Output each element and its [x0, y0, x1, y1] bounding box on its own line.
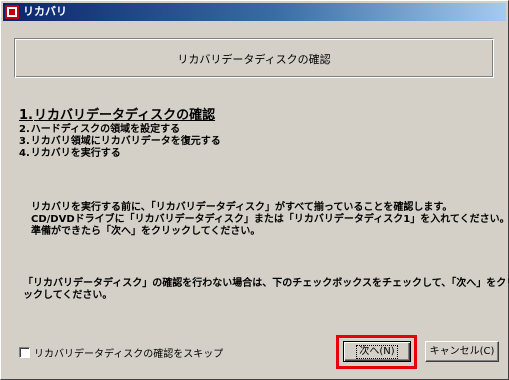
header-title: リカバリデータディスクの確認 — [177, 53, 331, 66]
step-label: リカバリ領域にリカバリデータを復元する — [30, 136, 221, 147]
skip-check-label[interactable]: リカバリデータディスクの確認をスキップ — [34, 345, 223, 360]
window-title: リカバリ — [23, 5, 67, 18]
skip-note-line: 「リカバリデータディスク」の確認を行わない場合は、下のチェックボックスをチェック… — [23, 278, 509, 289]
step-item: 4.リカバリを実行する — [19, 148, 221, 160]
cancel-button[interactable]: キャンセル(C) — [425, 341, 499, 362]
skip-note-line: ックしてください。 — [23, 290, 113, 301]
skip-check-checkbox-row[interactable]: リカバリデータディスクの確認をスキップ — [19, 345, 223, 360]
step-list: 1.リカバリデータディスクの確認 2.ハードディスクの領域を設定する 3.リカバ… — [19, 107, 221, 160]
instruction-line: CD/DVDドライブに「リカバリデータディスク」または「リカバリデータディスク1… — [31, 214, 509, 225]
step-number: 3. — [19, 136, 30, 147]
step-number: 1. — [19, 108, 33, 123]
step-number: 4. — [19, 148, 30, 159]
step-item: 3.リカバリ領域にリカバリデータを復元する — [19, 136, 221, 148]
step-label: リカバリデータディスクの確認 — [33, 108, 216, 123]
instruction-line: リカバリを実行する前に、「リカバリデータディスク」がすべて揃っていることを確認し… — [31, 202, 453, 213]
skip-note-text: 「リカバリデータディスク」の確認を行わない場合は、下のチェックボックスをチェック… — [23, 278, 509, 302]
recovery-app-icon — [5, 5, 19, 19]
step-label: リカバリを実行する — [30, 148, 121, 159]
step-label: ハードディスクの領域を設定する — [30, 124, 181, 135]
instructions-text: リカバリを実行する前に、「リカバリデータディスク」がすべて揃っていることを確認し… — [31, 202, 509, 238]
step-number: 2. — [19, 124, 30, 135]
next-button[interactable]: 次へ(N) — [343, 341, 411, 362]
next-button-label: 次へ(N) — [356, 344, 398, 359]
instruction-line: 準備ができたら「次へ」をクリックしてください。 — [31, 226, 261, 237]
step-item-current: 1.リカバリデータディスクの確認 — [19, 107, 221, 124]
step-item: 2.ハードディスクの領域を設定する — [19, 124, 221, 136]
recovery-window: リカバリ リカバリデータディスクの確認 1.リカバリデータディスクの確認 2.ハ… — [0, 0, 509, 380]
title-bar[interactable]: リカバリ — [3, 3, 506, 21]
header-panel: リカバリデータディスクの確認 — [14, 38, 494, 78]
skip-check-checkbox[interactable] — [19, 346, 30, 358]
